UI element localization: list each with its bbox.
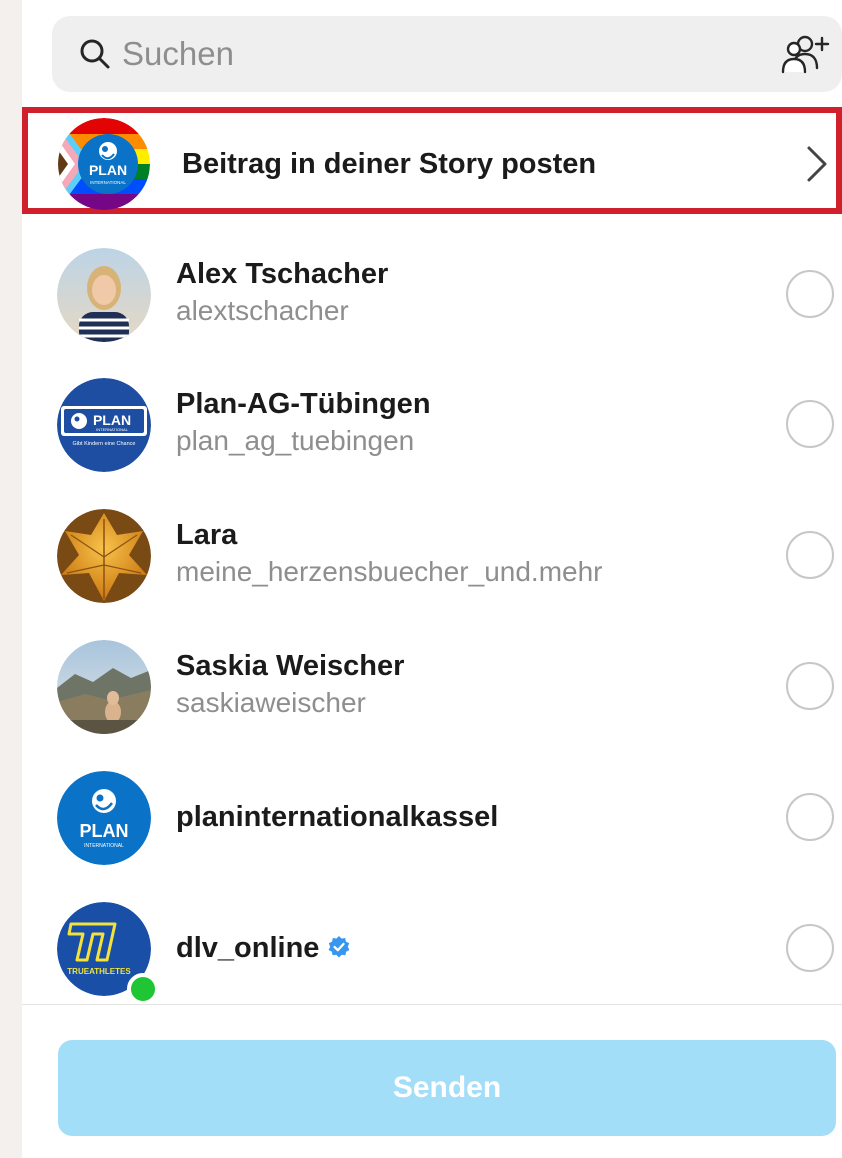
- post-to-story-label: Beitrag in deiner Story posten: [182, 148, 597, 180]
- search-bar[interactable]: [52, 16, 842, 92]
- avatar-logo-subtext: INTERNATIONAL: [96, 427, 128, 432]
- contact-username: saskiaweischer: [176, 687, 366, 718]
- select-radio[interactable]: [786, 662, 834, 710]
- select-radio[interactable]: [786, 924, 834, 972]
- avatar: PLAN INTERNATIONAL Gibt Kindern eine Cha…: [57, 378, 151, 472]
- contact-name: Saskia Weischer: [176, 650, 405, 682]
- chevron-right-icon: [807, 146, 827, 182]
- select-radio[interactable]: [786, 270, 834, 318]
- story-avatar-logo-subtext: INTERNATIONAL: [90, 180, 126, 185]
- avatar-logo-caption: Gibt Kindern eine Chance: [73, 441, 136, 447]
- contact-row[interactable]: Lara meine_herzensbuecher_und.mehr: [22, 509, 842, 639]
- online-status-dot: [127, 973, 159, 1005]
- avatar-logo-text: PLAN: [80, 821, 129, 841]
- verified-badge-icon: [329, 936, 350, 958]
- contact-row[interactable]: TRUEATHLETES dlv_online: [22, 902, 842, 1032]
- avatar-logo-subtext: INTERNATIONAL: [84, 843, 124, 849]
- contact-name-text: dlv_online: [176, 932, 320, 964]
- story-avatar: PLAN INTERNATIONAL: [58, 118, 150, 210]
- contact-name: dlv_online: [176, 932, 351, 965]
- search-input[interactable]: [122, 28, 722, 80]
- post-to-story-row[interactable]: PLAN INTERNATIONAL Beitrag in deiner Sto…: [22, 107, 842, 214]
- avatar: [57, 509, 151, 603]
- contact-username: alextschacher: [176, 295, 349, 326]
- select-radio[interactable]: [786, 531, 834, 579]
- contact-row[interactable]: PLAN INTERNATIONAL Gibt Kindern eine Cha…: [22, 378, 842, 508]
- avatar-logo-text: TRUEATHLETES: [67, 967, 131, 976]
- contact-row[interactable]: Saskia Weischer saskiaweischer: [22, 640, 842, 770]
- story-avatar-logo-text: PLAN: [89, 162, 127, 178]
- contact-username: plan_ag_tuebingen: [176, 425, 415, 456]
- contact-name: planinternationalkassel: [176, 801, 499, 833]
- contact-name: Alex Tschacher: [176, 258, 389, 290]
- avatar: [57, 640, 151, 734]
- send-button[interactable]: Senden: [58, 1040, 836, 1136]
- avatar-logo-text: PLAN: [93, 412, 131, 428]
- contact-row[interactable]: Alex Tschacher alextschacher: [22, 248, 842, 378]
- contact-name: Plan-AG-Tübingen: [176, 388, 431, 420]
- avatar: [57, 248, 151, 342]
- share-sheet: PLAN INTERNATIONAL Beitrag in deiner Sto…: [22, 0, 842, 1158]
- search-icon: [80, 39, 110, 69]
- contact-row[interactable]: PLAN INTERNATIONAL planinternationalkass…: [22, 771, 842, 901]
- add-people-icon[interactable]: [780, 34, 830, 76]
- contact-name: Lara: [176, 519, 238, 551]
- avatar: PLAN INTERNATIONAL: [57, 771, 151, 865]
- list-divider: [22, 1004, 842, 1005]
- contact-username: meine_herzensbuecher_und.mehr: [176, 556, 603, 587]
- select-radio[interactable]: [786, 793, 834, 841]
- select-radio[interactable]: [786, 400, 834, 448]
